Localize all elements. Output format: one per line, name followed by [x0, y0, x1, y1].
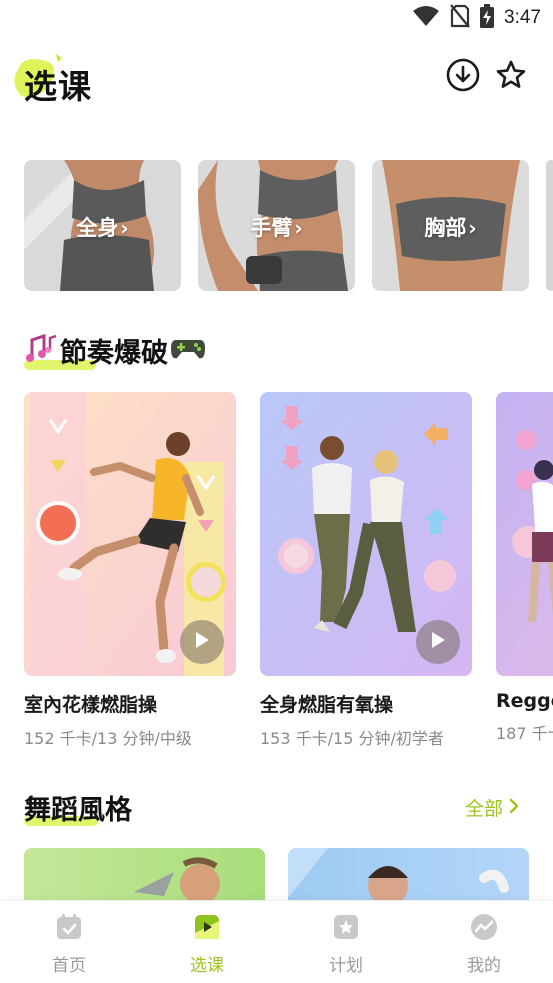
calendar-check-icon — [55, 913, 83, 945]
workout-title: 全身燃脂有氧操 — [260, 694, 394, 716]
chevron-right-icon: › — [294, 216, 303, 240]
nav-label: 选课 — [190, 956, 224, 976]
chevron-right-icon — [509, 797, 519, 819]
music-notes-icon — [24, 330, 60, 370]
dance-style-carousel[interactable] — [24, 848, 553, 908]
page-title: 选课 — [24, 67, 92, 106]
body-part-card-peek[interactable] — [546, 160, 553, 291]
body-part-card-full-body[interactable]: 全身 › — [24, 160, 181, 291]
nav-label: 我的 — [467, 956, 501, 976]
workout-thumbnail — [24, 392, 236, 676]
dance-style-card[interactable] — [288, 848, 529, 908]
workout-thumbnail — [260, 392, 472, 676]
play-button[interactable] — [180, 620, 224, 664]
dance-style-photo — [288, 848, 529, 908]
body-part-card-arms[interactable]: 手臂 › — [198, 160, 355, 291]
dance-section-title: 舞蹈風格 — [24, 794, 132, 826]
next-card-photo — [546, 160, 553, 291]
wifi-icon — [412, 5, 440, 31]
star-icon — [495, 59, 527, 95]
see-all-link[interactable]: 全部 — [465, 794, 519, 821]
nav-plan[interactable]: 计划 — [306, 913, 386, 976]
battery-charging-icon — [480, 4, 495, 32]
status-time: 3:47 — [504, 7, 541, 28]
workout-card[interactable]: 室內花樣燃脂操 152 千卡/13 分钟/中级 — [24, 392, 236, 749]
favorites-button[interactable] — [492, 58, 530, 96]
play-button[interactable] — [416, 620, 460, 664]
rhythm-section-header: 節奏爆破 — [24, 326, 206, 374]
status-icons: 3:47 — [412, 4, 541, 32]
title-wrap: 选课 — [12, 50, 122, 106]
workout-meta: 152 千卡/13 分钟/中级 — [24, 729, 192, 748]
gamepad-icon — [170, 334, 206, 366]
nav-label: 计划 — [329, 956, 363, 976]
see-all-label: 全部 — [465, 798, 504, 820]
rhythm-section-title: 節奏爆破 — [60, 337, 168, 369]
body-part-carousel[interactable]: 全身 › 手臂 › 胸部 › — [24, 160, 553, 292]
download-icon — [446, 58, 480, 96]
play-square-icon — [193, 913, 221, 945]
nav-label: 首页 — [52, 956, 86, 976]
no-sim-icon — [450, 4, 470, 32]
workout-meta: 187 千卡 — [496, 724, 553, 743]
download-button[interactable] — [444, 58, 482, 96]
body-part-label: 全身 › — [76, 216, 129, 240]
nav-profile[interactable]: 我的 — [444, 913, 524, 976]
chevron-right-icon: › — [120, 216, 129, 240]
trend-chart-icon — [470, 913, 498, 945]
workout-card[interactable]: 全身燃脂有氧操 153 千卡/15 分钟/初学者 — [260, 392, 472, 749]
workout-meta: 153 千卡/15 分钟/初学者 — [260, 729, 444, 748]
body-part-card-chest[interactable]: 胸部 › — [372, 160, 529, 291]
nav-home[interactable]: 首页 — [29, 913, 109, 976]
play-icon — [194, 631, 210, 653]
dance-style-photo — [24, 848, 265, 908]
star-badge-icon — [332, 913, 360, 945]
dance-style-card[interactable] — [24, 848, 265, 908]
header: 选课 — [0, 44, 553, 114]
status-bar: 3:47 — [0, 0, 553, 36]
chevron-right-icon: › — [468, 216, 477, 240]
workout-carousel[interactable]: 室內花樣燃脂操 152 千卡/13 分钟/中级 全身燃脂有氧操 153 千卡/1… — [24, 392, 553, 752]
play-icon — [430, 631, 446, 653]
workout-card[interactable]: Regge 187 千卡 — [496, 392, 553, 744]
dance-section-header: 舞蹈風格 — [24, 784, 132, 830]
workout-title: 室內花樣燃脂操 — [24, 694, 158, 716]
nav-courses[interactable]: 选课 — [167, 913, 247, 976]
workout-title: Regge — [496, 690, 553, 712]
body-part-label: 胸部 › — [424, 216, 477, 240]
body-part-label: 手臂 › — [250, 216, 303, 240]
workout-thumbnail — [496, 392, 553, 676]
bottom-navigation: 首页 选课 计划 我的 — [0, 900, 553, 983]
